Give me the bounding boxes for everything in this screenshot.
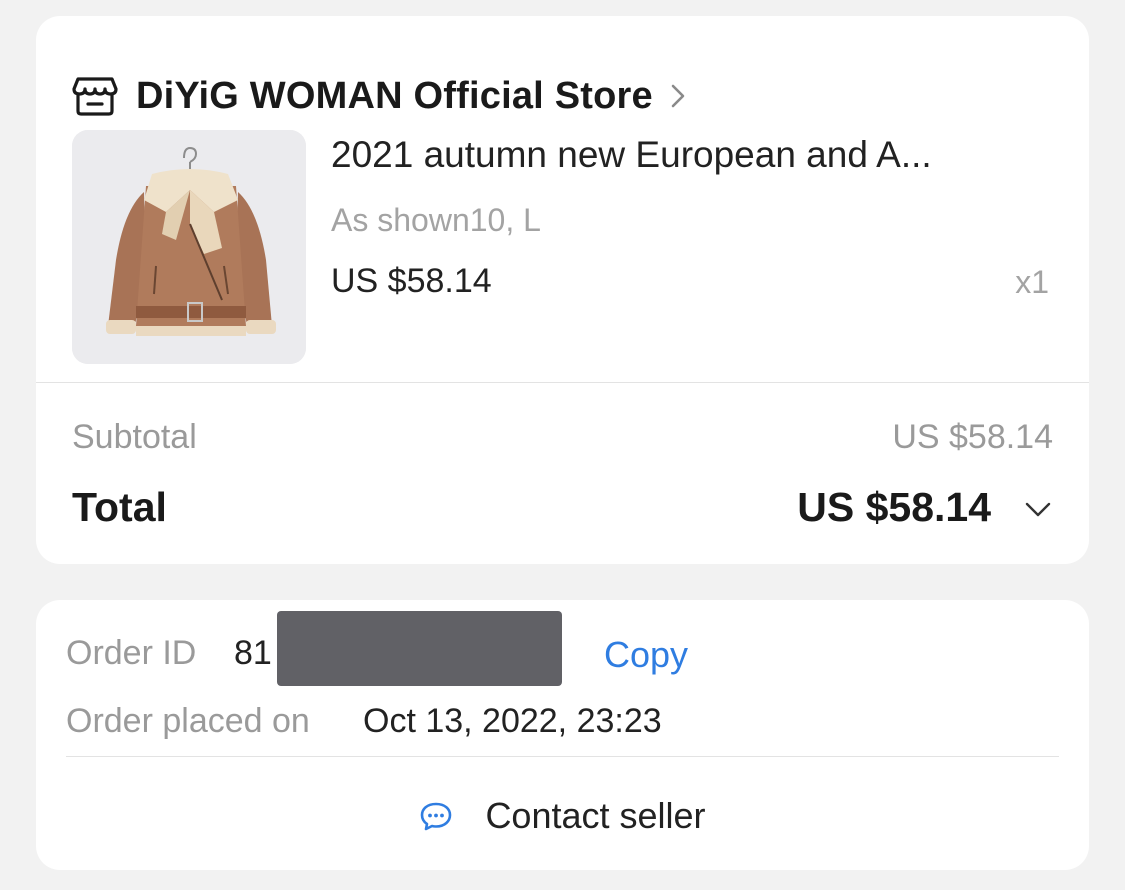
- order-placed-label: Order placed on: [66, 702, 310, 740]
- store-icon: [72, 75, 118, 117]
- copy-button[interactable]: Copy: [604, 634, 688, 676]
- product-quantity: x1: [1015, 264, 1049, 300]
- store-name: DiYiG WOMAN Official Store: [136, 74, 653, 117]
- product-price: US $58.14: [331, 262, 492, 300]
- store-header[interactable]: DiYiG WOMAN Official Store: [72, 68, 687, 124]
- chevron-down-icon[interactable]: [1023, 494, 1053, 524]
- order-item-card: DiYiG WOMAN Official Store 2021 autumn n…: [36, 16, 1089, 564]
- chat-bubble-icon: [419, 801, 453, 831]
- product-title[interactable]: 2021 autumn new European and A...: [331, 134, 1051, 176]
- order-info-card: Order ID 81 Copy Order placed on Oct 13,…: [36, 600, 1089, 870]
- subtotal-label: Subtotal: [72, 418, 197, 456]
- contact-seller-button[interactable]: Contact seller: [36, 788, 1089, 844]
- product-thumbnail[interactable]: [72, 130, 306, 364]
- order-id-value: 81: [234, 634, 272, 672]
- contact-seller-label: Contact seller: [485, 795, 706, 836]
- redaction-box: [277, 611, 562, 686]
- total-value[interactable]: US $58.14: [797, 484, 991, 531]
- product-variant: As shown10, L: [331, 202, 541, 238]
- divider: [36, 382, 1089, 383]
- order-id-label: Order ID: [66, 634, 197, 672]
- total-label: Total: [72, 484, 167, 530]
- subtotal-value: US $58.14: [892, 418, 1053, 456]
- order-placed-value: Oct 13, 2022, 23:23: [363, 702, 662, 740]
- chevron-right-icon: [669, 81, 687, 111]
- divider: [66, 756, 1059, 757]
